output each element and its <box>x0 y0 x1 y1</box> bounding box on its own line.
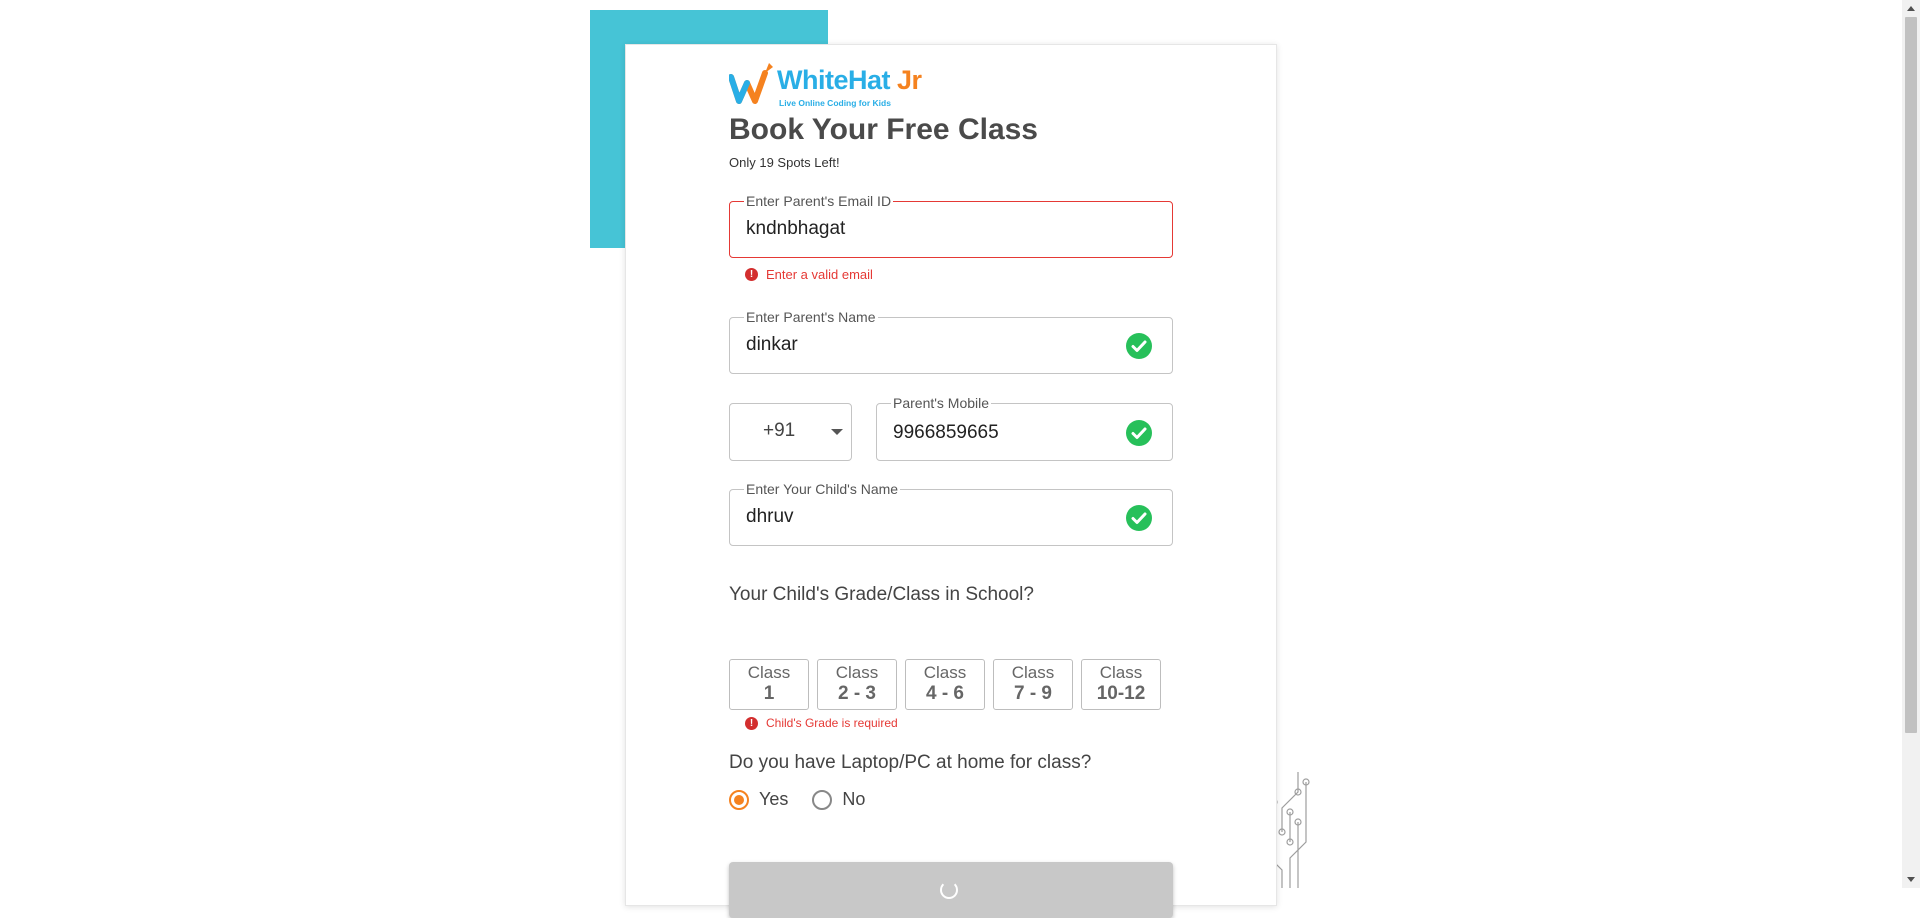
grade-question: Your Child's Grade/Class in School? <box>729 584 1034 605</box>
grade-option-4-6[interactable]: Class 4 - 6 <box>905 659 985 710</box>
radio-no-label[interactable]: No <box>842 789 865 810</box>
mobile-label: Parent's Mobile <box>891 395 992 411</box>
grade-option-line1: Class <box>923 663 967 682</box>
grade-error-text: Child's Grade is required <box>766 716 898 730</box>
grade-option-1[interactable]: Class 1 <box>729 659 809 710</box>
email-error-text: Enter a valid email <box>766 267 873 282</box>
check-icon <box>1126 420 1152 446</box>
grade-option-line2: 7 - 9 <box>1013 683 1053 704</box>
grade-option-line1: Class <box>1099 663 1143 682</box>
mobile-field[interactable]: Parent's Mobile 9966859665 <box>876 395 1173 461</box>
grade-option-line1: Class <box>835 663 879 682</box>
error-icon: ! <box>745 268 758 281</box>
grade-error: ! Child's Grade is required <box>745 716 898 730</box>
laptop-question: Do you have Laptop/PC at home for class? <box>729 752 1092 773</box>
parent-name-label: Enter Parent's Name <box>744 309 878 325</box>
scroll-down-arrow-icon[interactable] <box>1907 877 1915 882</box>
page-scrollbar[interactable] <box>1902 0 1920 888</box>
child-name-label: Enter Your Child's Name <box>744 481 901 497</box>
grade-option-2-3[interactable]: Class 2 - 3 <box>817 659 897 710</box>
email-label: Enter Parent's Email ID <box>744 193 894 209</box>
child-name-value: dhruv <box>746 506 794 527</box>
grade-option-line2: 10-12 <box>1096 683 1146 704</box>
submit-button[interactable] <box>729 862 1173 918</box>
check-icon <box>1126 505 1152 531</box>
grade-option-line2: 1 <box>763 683 775 704</box>
grade-option-line1: Class <box>747 663 791 682</box>
country-code-select[interactable]: +91 <box>729 403 852 461</box>
spots-left-text: Only 19 Spots Left! <box>729 155 840 170</box>
grade-option-line2: 4 - 6 <box>925 683 965 704</box>
scroll-up-arrow-icon[interactable] <box>1907 6 1915 11</box>
parent-name-field[interactable]: Enter Parent's Name dinkar <box>729 309 1173 374</box>
radio-no[interactable] <box>812 789 833 810</box>
check-icon <box>1126 333 1152 359</box>
radio-yes-label[interactable]: Yes <box>759 789 788 810</box>
child-name-field[interactable]: Enter Your Child's Name dhruv <box>729 481 1173 546</box>
page-title: Book Your Free Class <box>729 113 1038 146</box>
w-logo-icon <box>729 63 773 104</box>
whitehat-logo[interactable]: WhiteHat Jr Live Online Coding for Kids <box>729 61 929 113</box>
grade-option-7-9[interactable]: Class 7 - 9 <box>993 659 1073 710</box>
email-field[interactable]: Enter Parent's Email ID kndnbhagat <box>729 193 1173 258</box>
grade-option-line1: Class <box>1011 663 1055 682</box>
radio-yes[interactable] <box>729 789 749 810</box>
mobile-value: 9966859665 <box>893 422 999 443</box>
scrollbar-thumb[interactable] <box>1905 17 1917 733</box>
grade-option-10-12[interactable]: Class 10-12 <box>1081 659 1161 710</box>
email-error: ! Enter a valid email <box>745 267 873 282</box>
error-icon: ! <box>745 716 758 730</box>
logo-tagline: Live Online Coding for Kids <box>779 98 891 108</box>
logo-wordmark: WhiteHat Jr <box>777 65 922 95</box>
loading-spinner-icon <box>940 881 958 899</box>
country-code-value: +91 <box>763 420 796 441</box>
chevron-down-icon <box>831 429 843 435</box>
laptop-radio-group: Yes No <box>729 789 889 810</box>
email-value: kndnbhagat <box>746 218 846 239</box>
parent-name-value: dinkar <box>746 334 798 355</box>
booking-card: WhiteHat Jr Live Online Coding for Kids … <box>625 44 1277 918</box>
grade-option-line2: 2 - 3 <box>837 683 877 704</box>
